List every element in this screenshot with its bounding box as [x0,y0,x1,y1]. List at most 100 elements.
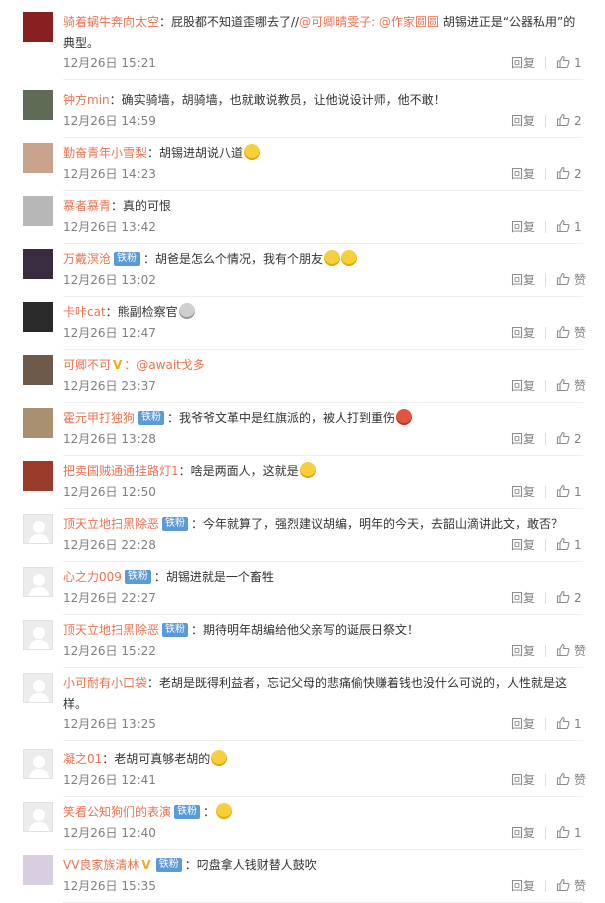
reply-button[interactable]: 回复 [511,165,535,183]
like-thumb-icon [556,113,570,127]
reply-button[interactable]: 回复 [511,877,535,895]
comment-username[interactable]: 万戴溟沧 [63,252,111,266]
comment-username[interactable]: 心之力009 [63,570,122,584]
like-count: 赞 [574,773,587,787]
like-thumb-icon [556,643,570,657]
user-avatar[interactable] [23,567,53,597]
comment-username[interactable]: VV良家族清林 [63,858,139,872]
reply-button[interactable]: 回复 [511,377,535,395]
comment-body: ：期待明年胡编给他父亲写的诞辰日祭文！ [191,623,420,637]
mention-link[interactable]: @可卿晴雯子: [299,15,375,29]
user-avatar[interactable] [23,749,53,779]
mention-link[interactable]: ：@await戈多 [124,358,205,372]
comment-divider [63,740,583,741]
user-avatar[interactable] [23,196,53,226]
comment-time: 12月26日 15:22 [63,644,156,658]
like-thumb-icon [556,219,570,233]
comment-username[interactable]: 钟方min [63,93,110,107]
like-thumb-icon [556,590,570,604]
like-count: 1 [574,56,582,70]
like-thumb-icon [556,55,570,69]
user-avatar[interactable] [23,408,53,438]
user-avatar[interactable] [23,355,53,385]
reply-button[interactable]: 回复 [511,218,535,236]
comment-time: 12月26日 22:27 [63,591,156,605]
comment-username[interactable]: 卡咔cat [63,305,106,319]
reply-button[interactable]: 回复 [511,642,535,660]
user-avatar[interactable] [23,514,53,544]
user-avatar[interactable] [23,802,53,832]
reply-button[interactable]: 回复 [511,536,535,554]
user-avatar[interactable] [23,461,53,491]
comment-time: 12月26日 14:59 [63,114,156,128]
fan-badge: 铁粉 [162,517,189,531]
like-count: 赞 [574,879,587,893]
user-avatar[interactable] [23,302,53,332]
comment-username[interactable]: 勤奋青年小雪梨 [63,146,147,160]
user-avatar[interactable] [23,90,53,120]
comment-body: ：确实骑墙，胡骑墙，也就敢说教员，让他说设计师，他不敢！ [109,93,446,107]
like-count: 赞 [574,379,587,393]
comment-divider [63,796,583,797]
comment-text: 慕者慕青：真的可恨 [63,196,583,217]
reply-button[interactable]: 回复 [511,271,535,289]
comment-divider [63,508,583,509]
fan-badge: 铁粉 [114,252,141,266]
comment-time: 12月26日 15:21 [63,56,156,70]
reply-button[interactable]: 回复 [511,54,535,72]
comment-username[interactable]: 顶天立地扫黑除恶 [63,517,159,531]
comment-username[interactable]: 小可耐有小口袋 [63,676,147,690]
meta-separator [545,168,546,180]
comment-divider [63,561,583,562]
comment-meta: 12月26日 14:59 回复 2 [63,112,583,130]
user-avatar[interactable] [23,620,53,650]
meta-separator [545,433,546,445]
comment-username[interactable]: 把卖国贼通通挂路灯1 [63,464,179,478]
like-count: 赞 [574,326,587,340]
reply-button[interactable]: 回复 [511,824,535,842]
comment-text: 心之力009 铁粉 ：胡锡进就是一个畜牲 [63,567,583,588]
comment-body: ：今年就算了，强烈建议胡编，明年的今天，去韶山滴讲此文，敢否？ [191,517,564,531]
comment-body: ：老胡可真够老胡的 [102,752,211,766]
comment-divider [63,190,583,191]
emoji-lead-icon [299,462,316,478]
reply-button[interactable]: 回复 [511,112,535,130]
reply-button[interactable]: 回复 [511,715,535,733]
comment-username[interactable]: 慕者慕青 [63,199,111,213]
comment-time: 12月26日 14:23 [63,167,156,181]
user-avatar[interactable] [23,673,53,703]
comment-username[interactable]: 骑着蜗牛奔向太空 [63,15,159,29]
comment-username[interactable]: 可卿不可 [63,358,111,372]
comment-meta: 12月26日 13:28 回复 2 [63,430,583,448]
comment-text: 万戴溟沧 铁粉 ：胡爸是怎么个情况，我有个朋友 [63,249,583,270]
comment-text: 把卖国贼通通挂路灯1：啥是两面人，这就是 [63,461,583,482]
comment-text: 顶天立地扫黑除恶 铁粉 ：今年就算了，强烈建议胡编，明年的今天，去韶山滴讲此文，敢否… [63,514,583,535]
comment-username[interactable]: 霍元甲打独狗 [63,411,135,425]
meta-separator [545,539,546,551]
like-thumb-icon [556,325,570,339]
comment-body: ：胡锡进就是一个畜牲 [153,570,274,584]
reply-button[interactable]: 回复 [511,430,535,448]
mention-link[interactable]: @作家圆圆 [379,15,439,29]
user-avatar[interactable] [23,249,53,279]
comment-time: 12月26日 22:28 [63,538,156,552]
comment-text: 可卿不可 V ：@await戈多 [63,355,583,376]
reply-button[interactable]: 回复 [511,324,535,342]
comment-username[interactable]: 凝之01 [63,752,102,766]
comment-text: 笑看公知狗们的表演 铁粉： [63,802,583,823]
user-avatar[interactable] [23,855,53,885]
comment-meta: 12月26日 15:22 回复 赞 [63,642,586,660]
meta-separator [545,221,546,233]
reply-button[interactable]: 回复 [511,771,535,789]
emoji-tongue-icon [244,144,261,160]
comment-divider [63,296,583,297]
comment-username[interactable]: 顶天立地扫黑除恶 [63,623,159,637]
comment-time: 12月26日 23:37 [63,379,156,393]
user-avatar[interactable] [23,12,53,42]
comment-body: ：真的可恨 [111,199,172,213]
reply-button[interactable]: 回复 [511,589,535,607]
comment-divider [63,137,583,138]
comment-username[interactable]: 笑看公知狗们的表演 [63,805,171,819]
reply-button[interactable]: 回复 [511,483,535,501]
user-avatar[interactable] [23,143,53,173]
